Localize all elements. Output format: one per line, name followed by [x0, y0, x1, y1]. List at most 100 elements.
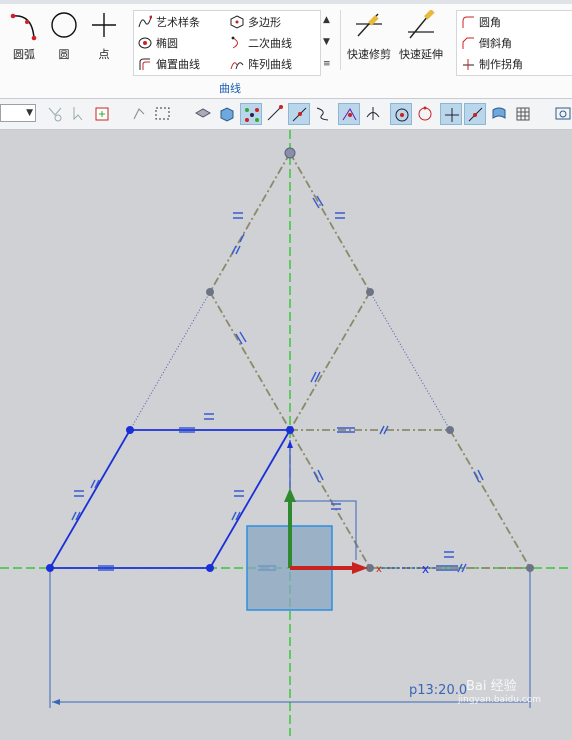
- vertex-point[interactable]: [446, 426, 454, 434]
- rotate-icon: [133, 108, 145, 120]
- snap-toolbar: ▼: [0, 99, 572, 130]
- gallery-scroll-up[interactable]: ▲: [323, 15, 330, 25]
- solid-select-button[interactable]: [216, 103, 238, 125]
- chamfer-icon: [462, 37, 474, 49]
- gallery-scroll-down[interactable]: ▼: [323, 37, 330, 47]
- point-snap-icon: [95, 107, 109, 121]
- graphics-canvas[interactable]: x x p13:20.0 Bai 经验 jingyan.baidu.com: [0, 130, 572, 736]
- snap-quadrant-button[interactable]: [414, 103, 436, 125]
- snap-point-on-curve-button[interactable]: [464, 103, 486, 125]
- arc-button[interactable]: 圆弧: [2, 8, 46, 68]
- snap-center-button[interactable]: [390, 103, 412, 125]
- ref-line[interactable]: [209, 291, 291, 431]
- pattern-curve-icon: [230, 62, 244, 70]
- quick-extend-icon: [408, 10, 435, 39]
- snap-endpoint-button[interactable]: [264, 103, 286, 125]
- snap-intersection-button[interactable]: [338, 103, 360, 125]
- quick-trim-button[interactable]: 快速修剪: [346, 8, 392, 68]
- cube-icon: [220, 107, 234, 122]
- view-icon: [555, 107, 571, 120]
- snap-curve-button[interactable]: [312, 103, 334, 125]
- view-options-button[interactable]: [552, 103, 572, 125]
- snap-midpoint-button[interactable]: [288, 103, 310, 125]
- ref-line[interactable]: [209, 152, 291, 293]
- quick-extend-button[interactable]: 快速延伸: [398, 8, 444, 68]
- snap-control-point-button[interactable]: [240, 103, 262, 125]
- quick-trim-icon: [356, 13, 382, 37]
- polygon-label: 多边形: [248, 16, 281, 29]
- vertex-point[interactable]: [46, 564, 54, 572]
- fillet-icon: [462, 16, 474, 28]
- offset-curve-label: 偏置曲线: [156, 58, 200, 71]
- make-corner-icon: [463, 59, 474, 70]
- gallery-more[interactable]: ≡: [323, 59, 331, 69]
- vertex-point[interactable]: [206, 564, 214, 572]
- arc-label: 圆弧: [13, 48, 35, 61]
- point-snap-button[interactable]: [92, 103, 114, 125]
- circle-button[interactable]: 圆: [42, 8, 86, 68]
- sketch-drawing[interactable]: x x: [0, 130, 572, 736]
- ribbon-separator: [340, 10, 341, 70]
- arc-center-icon: [395, 108, 409, 122]
- circle-icon: [51, 12, 77, 38]
- curve-group-panel: 艺术样条 椭圆 偏置曲线 多边形 二次曲线 阵列曲线 ▲ ▼ ≡: [133, 10, 331, 76]
- construction-line[interactable]: [369, 291, 451, 431]
- vertex-point[interactable]: [366, 288, 374, 296]
- vertex-point[interactable]: [526, 564, 534, 572]
- vertex-point[interactable]: [284, 147, 296, 159]
- curve-group-label: 曲线: [219, 82, 241, 95]
- csys-y-arrow-icon: [284, 488, 296, 502]
- make-corner-label: 制作拐角: [479, 58, 523, 71]
- vertex-point[interactable]: [206, 288, 214, 296]
- arrow-left-icon: [52, 699, 60, 705]
- select-arrow-button[interactable]: [68, 103, 90, 125]
- conic-label: 二次曲线: [248, 37, 292, 50]
- sketch-line[interactable]: [49, 429, 131, 569]
- quadrant-icon: [418, 106, 432, 121]
- spline-label: 艺术样条: [156, 16, 200, 29]
- grid-icon: [516, 107, 530, 121]
- surface-icon: [492, 107, 506, 119]
- snap-points-icon: [245, 108, 259, 122]
- vertex-point[interactable]: [126, 426, 134, 434]
- quick-trim-label: 快速修剪: [347, 48, 391, 61]
- pattern-curve-label: 阵列曲线: [248, 58, 292, 71]
- plus-point-icon: [445, 108, 459, 122]
- snap-tangent-button[interactable]: [362, 103, 384, 125]
- rectangle-select-button[interactable]: [152, 103, 174, 125]
- intersection-icon: [342, 108, 357, 121]
- select-arrow-icon: [73, 107, 83, 121]
- ref-line[interactable]: [449, 429, 531, 569]
- fillet-label: 圆角: [479, 16, 501, 29]
- equal-constraints: [74, 212, 458, 571]
- vertex-point[interactable]: [286, 426, 294, 434]
- corner-group-panel: 圆角 倒斜角 制作拐角: [456, 10, 572, 76]
- construction-line[interactable]: [129, 291, 211, 431]
- quick-extend-label: 快速延伸: [399, 48, 443, 61]
- snap-existing-point-button[interactable]: [440, 103, 462, 125]
- arrow-up-icon: [287, 440, 293, 448]
- ellipse-icon: [138, 37, 152, 49]
- endpoint-icon: [267, 105, 283, 121]
- rotate-select-button[interactable]: [128, 103, 150, 125]
- body-icon: [194, 108, 212, 118]
- snap-grid-button[interactable]: [512, 103, 534, 125]
- ribbon-top-line: [0, 0, 572, 4]
- snap-surface-button[interactable]: [488, 103, 510, 125]
- reference-triangle[interactable]: [209, 152, 531, 569]
- body-select-button[interactable]: [192, 103, 214, 125]
- filter-icon-button[interactable]: [44, 103, 66, 125]
- ref-line[interactable]: [289, 152, 371, 293]
- spline-icon: [138, 15, 152, 28]
- point-on-curve-icon: [468, 107, 483, 122]
- arc-icon: [10, 13, 37, 41]
- constraint-x-symbol: x: [422, 562, 429, 576]
- ref-line[interactable]: [289, 291, 371, 431]
- watermark-logo: Bai 经验: [466, 679, 517, 694]
- watermark-url: jingyan.baidu.com: [458, 695, 542, 705]
- conic-icon: [231, 36, 238, 49]
- polygon-icon: [230, 15, 244, 29]
- point-button[interactable]: 点: [82, 8, 126, 68]
- csys-x-label: x: [376, 564, 382, 575]
- selection-filter-dropdown[interactable]: ▼: [0, 104, 36, 122]
